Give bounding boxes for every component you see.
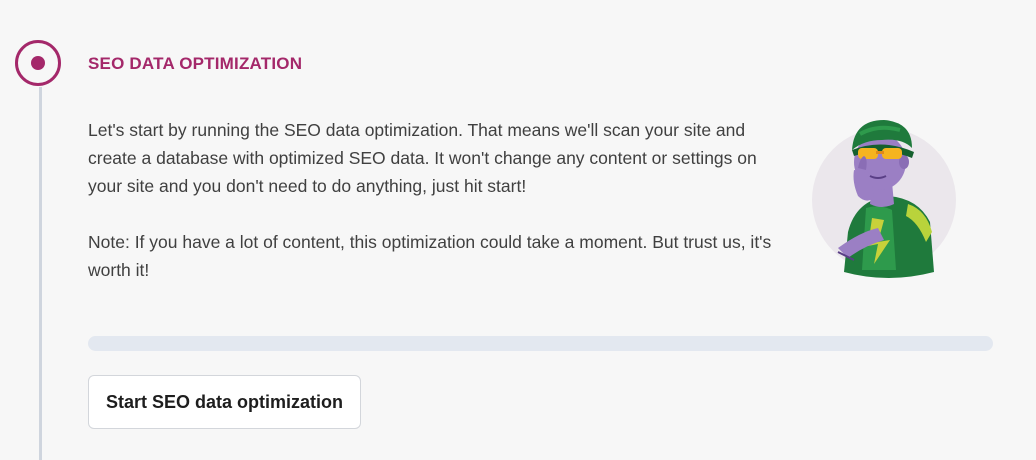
start-seo-optimization-button[interactable]: Start SEO data optimization (88, 375, 362, 429)
step-indicator-icon (15, 40, 61, 86)
description-note: Note: If you have a lot of content, this… (88, 232, 772, 280)
person-with-helmet-illustration (808, 112, 964, 280)
step-title: SEO DATA OPTIMIZATION (88, 54, 303, 73)
optimization-progress-bar (88, 336, 993, 351)
step-active-dot (31, 56, 45, 70)
step-description: Let's start by running the SEO data opti… (88, 116, 788, 284)
description-paragraph: Let's start by running the SEO data opti… (88, 120, 757, 196)
timeline-line (39, 87, 42, 460)
